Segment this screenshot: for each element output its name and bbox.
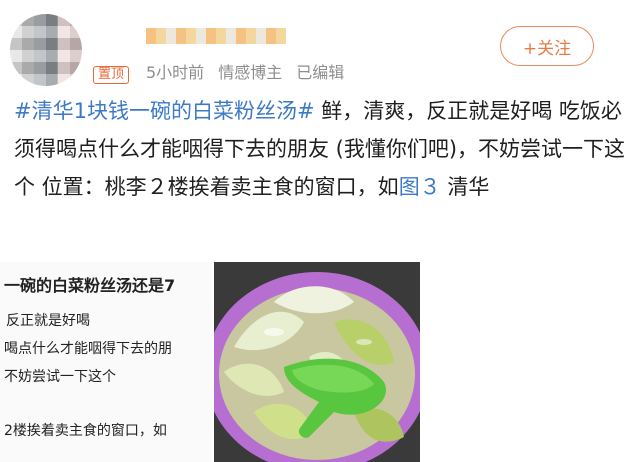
image-link[interactable]: 图３ [399, 175, 441, 199]
image-text-line: 一碗的白菜粉丝汤还是7 [4, 276, 176, 295]
post-meta: 5小时前 情感博主 已编辑 [146, 62, 344, 84]
weibo-post: 置顶 5小时前 情感博主 已编辑 +关注 #清华1块钱一碗的白菜粉丝汤# 鲜，清… [0, 0, 640, 462]
pinned-badge: 置顶 [93, 66, 130, 84]
image-text-line: 不妨尝试一下这个 [4, 369, 116, 385]
soup-bowl-image [214, 262, 420, 462]
author-role: 情感博主 [218, 63, 283, 82]
image-text-line: 喝点什么才能咽得下去的朋 [4, 341, 172, 357]
post-text-tail: 清华 [440, 175, 490, 199]
post-text: #清华1块钱一碗的白菜粉丝汤# 鲜，清爽，反正就是好喝 吃饭必须得喝点什么才能咽… [14, 92, 626, 206]
avatar[interactable] [10, 14, 82, 86]
post-time: 5小时前 [146, 63, 205, 82]
post-image-text-screenshot[interactable]: 一碗的白菜粉丝汤还是7 反正就是好喝 喝点什么才能咽得下去的朋 不妨尝试一下这个… [0, 262, 212, 462]
image-text-line: 反正就是好喝 [6, 313, 90, 329]
follow-button[interactable]: +关注 [500, 26, 594, 66]
username-mosaic[interactable] [146, 28, 286, 44]
topic-hashtag[interactable]: #清华1块钱一碗的白菜粉丝汤# [14, 99, 315, 123]
post-image-soup-photo[interactable] [214, 262, 420, 462]
image-text-line: 2楼挨着卖主食的窗口，如 [4, 423, 167, 439]
edited-label: 已编辑 [296, 63, 345, 82]
